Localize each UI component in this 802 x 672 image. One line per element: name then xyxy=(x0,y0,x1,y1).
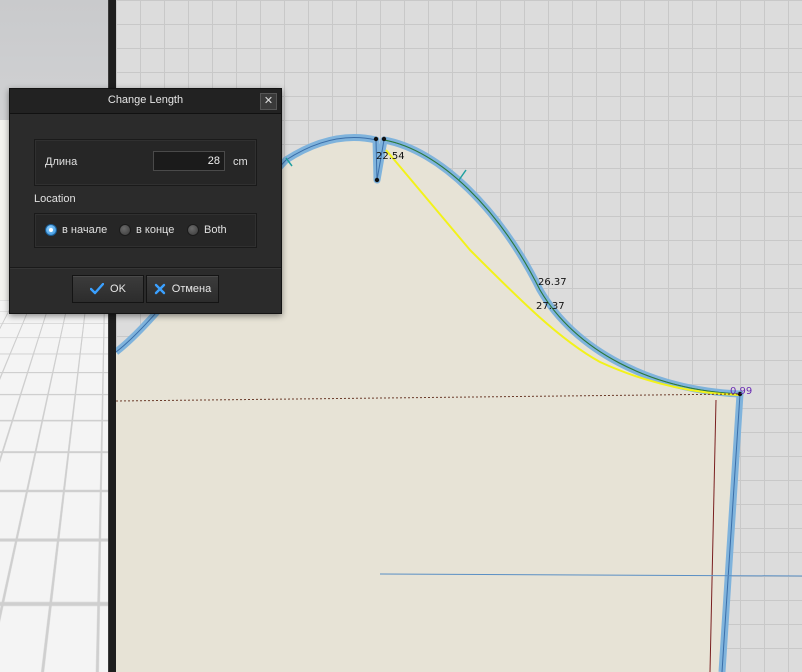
radio-start[interactable]: в начале xyxy=(45,224,107,236)
point-marker[interactable] xyxy=(373,136,379,142)
measurement-label: 27.37 xyxy=(536,301,565,312)
notch-mark xyxy=(458,169,467,181)
radio-label: Both xyxy=(204,224,227,236)
length-input[interactable] xyxy=(153,151,225,171)
checkmark-icon xyxy=(90,283,105,295)
point-marker[interactable] xyxy=(374,177,380,183)
length-unit: cm xyxy=(233,156,248,168)
point-marker[interactable] xyxy=(381,136,387,142)
length-panel: Длина cm xyxy=(34,139,257,186)
dialog-divider xyxy=(10,267,281,269)
measurement-label: 0.99 xyxy=(730,386,753,397)
cancel-label: Отмена xyxy=(171,283,212,295)
dialog-title: Change Length xyxy=(107,94,184,106)
length-label: Длина xyxy=(45,156,78,168)
change-length-dialog: Change Length ✕ Длина cm Location в нача… xyxy=(9,88,282,314)
radio-end[interactable]: в конце xyxy=(119,224,174,236)
dialog-titlebar[interactable]: Change Length ✕ xyxy=(10,89,281,114)
radio-both[interactable]: Both xyxy=(187,224,227,236)
radio-label: в конце xyxy=(136,224,175,236)
close-icon[interactable]: ✕ xyxy=(260,93,277,110)
measurement-label: 26.37 xyxy=(538,277,567,288)
location-panel: в начале в конце Both xyxy=(34,213,257,248)
location-label: Location xyxy=(34,193,76,205)
radio-label: в начале xyxy=(62,224,108,236)
x-icon xyxy=(154,283,166,295)
measurement-label: 22.54 xyxy=(376,151,405,162)
radio-indicator xyxy=(45,224,57,236)
ok-label: OK xyxy=(110,283,126,295)
radio-indicator xyxy=(187,224,199,236)
radio-indicator xyxy=(119,224,131,236)
ok-button[interactable]: OK xyxy=(72,275,144,303)
cancel-button[interactable]: Отмена xyxy=(146,275,219,303)
